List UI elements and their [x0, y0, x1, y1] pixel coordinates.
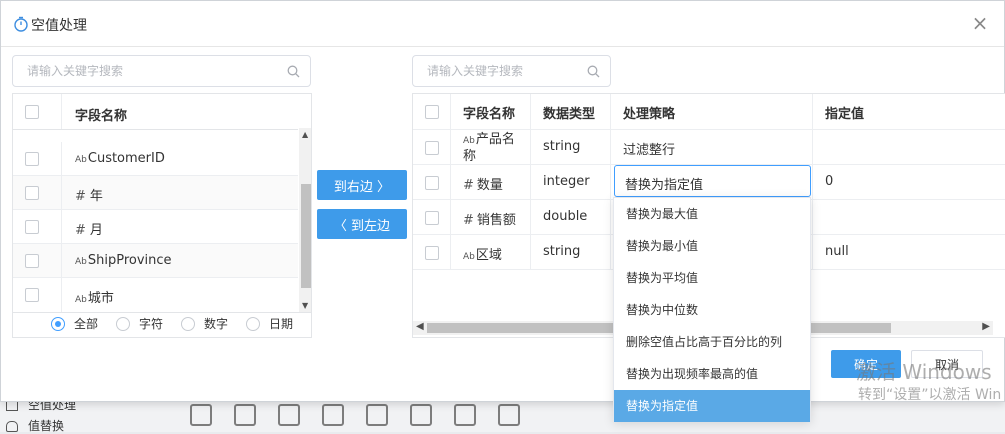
left-vertical-scrollbar[interactable]: ▲ ▼ [299, 128, 311, 312]
row-checkbox[interactable] [25, 254, 39, 268]
save-icon [234, 404, 256, 426]
row-checkbox-cell [413, 200, 451, 235]
right-search-box [412, 55, 611, 87]
run-icon [366, 404, 388, 426]
value-cell[interactable]: null [813, 235, 1005, 270]
filter-date-radio[interactable]: 日期 [246, 315, 293, 332]
row-checkbox[interactable] [25, 186, 39, 200]
string-type-icon: Ab [75, 155, 87, 165]
close-icon[interactable]: × [970, 13, 990, 33]
list-item[interactable]: AbCustomerID [13, 142, 298, 176]
dropdown-option-mean[interactable]: 替换为平均值 [614, 262, 810, 294]
settings-icon [322, 404, 344, 426]
string-type-icon: Ab [75, 295, 87, 305]
null-handling-dialog: 空值处理 × 字段名称 AbCustomerID #年 #月 [0, 0, 1005, 402]
string-type-icon: Ab [75, 257, 87, 267]
timer-icon [14, 16, 28, 32]
toolbar-icon [190, 404, 212, 426]
field-name-cell: # 销售额 [451, 200, 531, 235]
string-type-icon: Ab [463, 252, 475, 262]
value-cell[interactable] [813, 200, 1005, 235]
cancel-button[interactable]: 取消 [911, 350, 983, 378]
field-name-cell: Ab产品名称 [451, 130, 531, 165]
row-checkbox[interactable] [425, 211, 439, 225]
number-type-icon: # [463, 213, 474, 228]
value-cell[interactable]: 0 [813, 165, 1005, 200]
row-checkbox[interactable] [25, 152, 39, 166]
right-header-checkbox-cell [413, 94, 451, 130]
row-checkbox-cell [413, 130, 451, 165]
list-item[interactable]: # 年 [13, 176, 298, 210]
row-checkbox[interactable] [425, 246, 439, 260]
strategy-select-value: 替换为指定值 [625, 178, 704, 193]
column-header-dtype: 数据类型 [531, 94, 611, 130]
list-icon [6, 400, 18, 411]
string-type-icon: Ab [463, 136, 475, 146]
search-icon[interactable] [587, 65, 600, 78]
filter-all-radio[interactable]: 全部 [51, 315, 98, 332]
dtype-cell: string [531, 235, 611, 270]
left-list-header: 字段名称 [13, 94, 298, 130]
value-cell[interactable] [813, 130, 1005, 165]
scroll-left-icon[interactable]: ◀ [416, 321, 424, 332]
dtype-cell: integer [531, 165, 611, 200]
list-item[interactable]: # 月 [13, 210, 298, 244]
dropdown-option-drop-columns[interactable]: 删除空值占比高于百分比的列 [614, 326, 810, 358]
left-header-field-name: 字段名称 [75, 109, 128, 124]
background-item-value-replace: 值替换 [6, 417, 64, 434]
swap-icon [454, 404, 476, 426]
move-right-button[interactable]: 到右边 〉 [317, 170, 407, 200]
column-header-field: 字段名称 [451, 94, 531, 130]
dtype-cell: string [531, 130, 611, 165]
dropdown-option-min[interactable]: 替换为最小值 [614, 230, 810, 262]
row-checkbox-cell [413, 165, 451, 200]
dropdown-option-median[interactable]: 替换为中位数 [614, 294, 810, 326]
field-name-cell: Ab区域 [451, 235, 531, 270]
number-type-icon: # [75, 223, 86, 238]
row-checkbox[interactable] [25, 220, 39, 234]
dropdown-option-max[interactable]: 替换为最大值 [614, 198, 810, 230]
database-icon [6, 421, 18, 432]
scroll-right-icon[interactable]: ▶ [982, 321, 990, 332]
dialog-header: 空值处理 × [1, 1, 1004, 47]
field-name-cell: # 数量 [451, 165, 531, 200]
list-item[interactable]: AbShipProvince [13, 244, 298, 278]
column-header-strategy: 处理策略 [611, 94, 813, 130]
row-checkbox[interactable] [425, 176, 439, 190]
left-search-input[interactable] [13, 56, 266, 86]
filter-number-radio[interactable]: 数字 [181, 315, 228, 332]
left-field-list: 字段名称 AbCustomerID # 年 # 月 AbShipProvince A… [12, 93, 312, 338]
row-checkbox[interactable] [425, 141, 439, 155]
scroll-up-icon[interactable]: ▲ [302, 130, 308, 139]
strategy-dropdown: 替换为最大值 替换为最小值 替换为平均值 替换为中位数 删除空值占比高于百分比的… [613, 197, 811, 422]
dtype-cell: double [531, 200, 611, 235]
scroll-down-icon[interactable]: ▼ [302, 301, 308, 310]
select-all-checkbox[interactable] [425, 105, 439, 119]
dropdown-option-mode[interactable]: 替换为出现频率最高的值 [614, 358, 810, 390]
row-checkbox-cell [413, 235, 451, 270]
right-search-input[interactable] [413, 56, 581, 86]
row-checkbox[interactable] [25, 288, 39, 302]
number-type-icon: # [75, 189, 86, 204]
list-item[interactable]: Ab城市 [13, 278, 298, 312]
save-as-icon [278, 404, 300, 426]
scrollbar-thumb[interactable] [301, 184, 311, 288]
type-filter-group: 全部 字符 数字 日期 [51, 315, 311, 332]
left-search-box [12, 55, 311, 87]
column-header-value: 指定值 [813, 94, 1005, 130]
filter-string-radio[interactable]: 字符 [116, 315, 163, 332]
search-icon[interactable] [287, 65, 300, 78]
confirm-button[interactable]: 确定 [831, 350, 901, 378]
strategy-cell[interactable]: 过滤整行 [611, 130, 813, 165]
move-left-button[interactable]: 〈 到左边 [317, 209, 407, 239]
strategy-select[interactable]: 替换为指定值 [614, 165, 811, 197]
dropdown-option-specified[interactable]: 替换为指定值 [614, 390, 810, 422]
image-icon [410, 404, 432, 426]
number-type-icon: # [463, 178, 474, 193]
scatter-icon [498, 404, 520, 426]
select-all-checkbox[interactable] [25, 105, 39, 119]
dialog-title: 空值处理 [31, 18, 87, 34]
